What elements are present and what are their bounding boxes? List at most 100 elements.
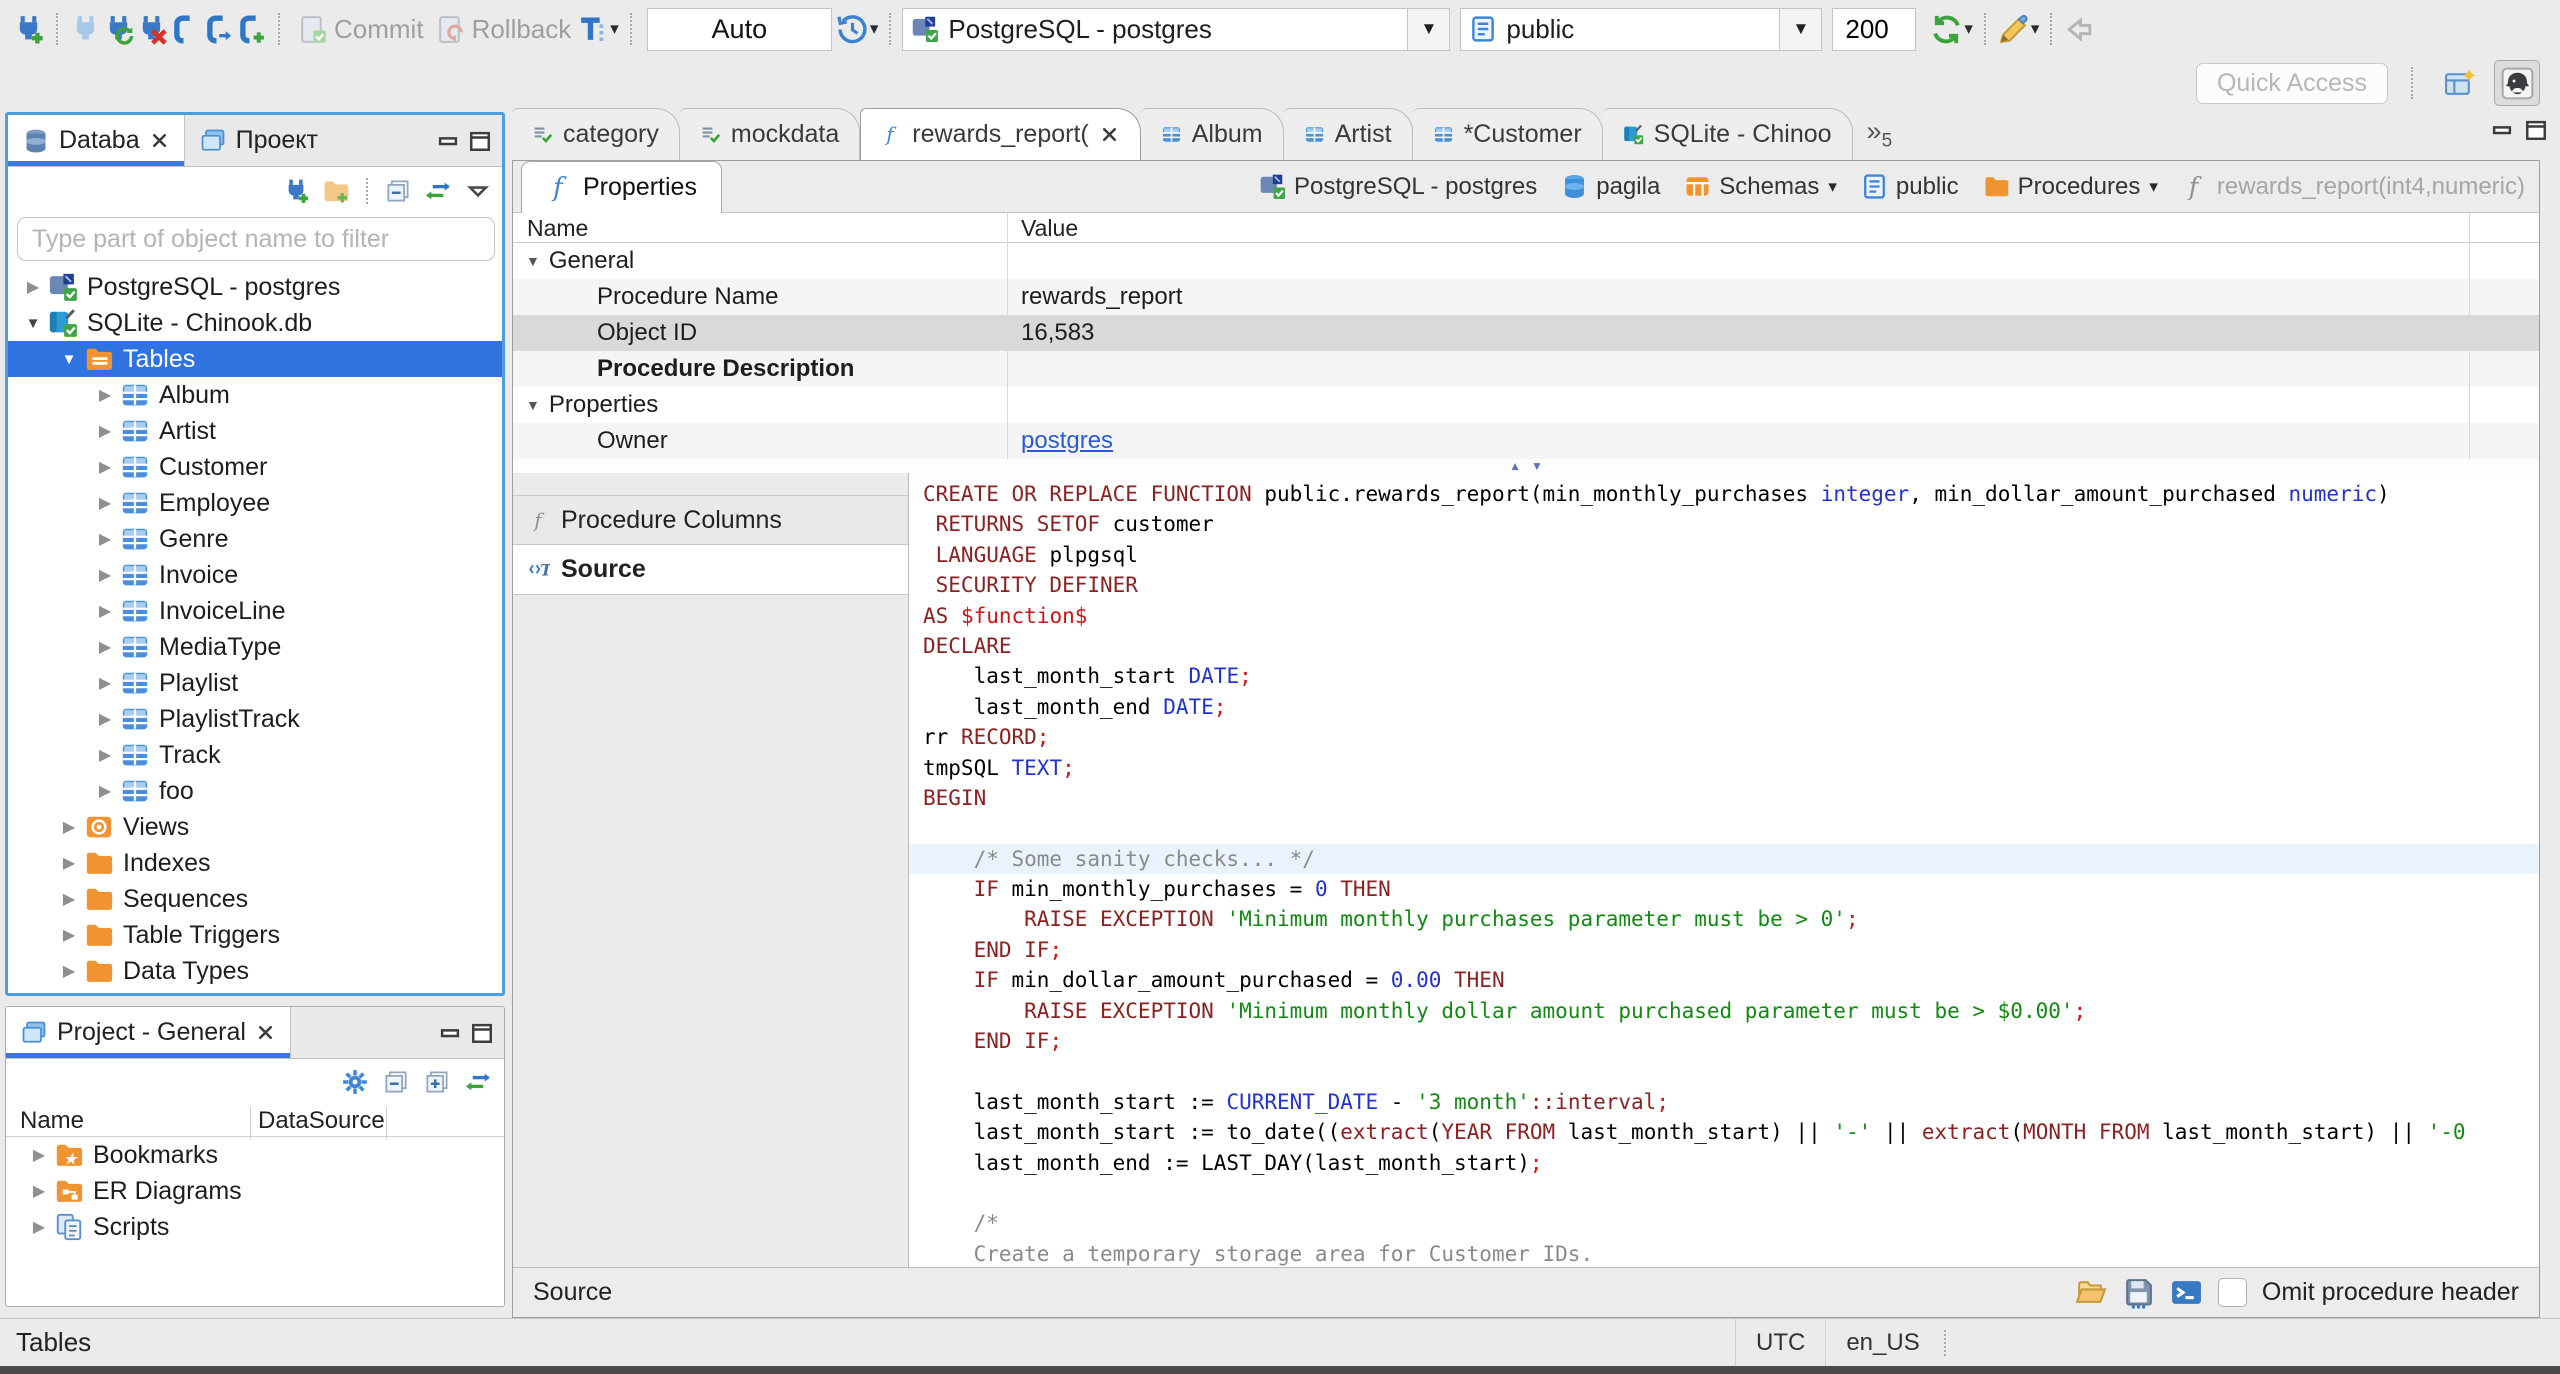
owner-link[interactable]: postgres [1021, 427, 1113, 454]
new-folder-icon[interactable] [322, 177, 350, 205]
tab-project-general[interactable]: Project - General [6, 1007, 291, 1058]
maximize-icon[interactable] [468, 1019, 496, 1047]
column-divider[interactable] [386, 1107, 387, 1139]
expand-arrow[interactable]: ▶ [90, 709, 120, 729]
expand-arrow[interactable]: ▶ [90, 565, 120, 585]
open-in-sql-console-icon[interactable] [2170, 1276, 2203, 1309]
chevron-down-icon[interactable]: ▾ [2031, 19, 2040, 39]
expand-arrow[interactable]: ▶ [90, 421, 120, 441]
editor-tab-rewards-report[interactable]: f rewards_report( [860, 108, 1141, 160]
refresh-icon[interactable] [1930, 13, 1963, 46]
breadcrumb-item-public[interactable]: public [1861, 173, 1959, 201]
editor-tab-album[interactable]: Album [1140, 108, 1284, 160]
expand-arrow[interactable]: ▶ [90, 457, 120, 477]
tab-project-explorer[interactable]: Проект [185, 115, 332, 166]
chevron-down-icon[interactable]: ▾ [1964, 19, 1973, 39]
tree-item-postgresql-postgres[interactable]: ▶ PostgreSQL - postgres [8, 269, 502, 305]
reconnect-icon[interactable] [102, 13, 135, 46]
property-row-procedure-description[interactable]: Procedure Description [513, 351, 2539, 387]
column-header-datasource[interactable]: DataSource [258, 1107, 385, 1135]
open-perspective-button[interactable] [2436, 60, 2482, 106]
omit-procedure-header-checkbox[interactable] [2217, 1278, 2247, 1307]
column-header-name[interactable]: Name [20, 1107, 84, 1135]
expand-arrow[interactable]: ▶ [54, 817, 84, 837]
property-row-object-id[interactable]: Object ID 16,583 [513, 315, 2539, 351]
tree-item-playlist[interactable]: ▶ Playlist [8, 665, 502, 701]
expand-arrow[interactable]: ▶ [54, 889, 84, 909]
locale-label[interactable]: en_US [1825, 1319, 1939, 1366]
expand-arrow[interactable]: ▼ [18, 315, 48, 332]
timezone-label[interactable]: UTC [1735, 1319, 1825, 1366]
breadcrumb-item-rewards-report-int4-numeric[interactable]: f rewards_report(int4,numeric) [2182, 173, 2525, 201]
splitter-up-icon[interactable]: ▲ [1509, 460, 1521, 472]
breadcrumb-item-schemas[interactable]: Schemas ▾ [1684, 173, 1837, 201]
close-icon[interactable] [149, 130, 170, 151]
expand-arrow[interactable]: ▼ [526, 397, 540, 413]
property-row-procedure-name[interactable]: Procedure Name rewards_report [513, 279, 2539, 315]
link-with-editor-icon[interactable] [424, 177, 452, 205]
expand-arrow[interactable]: ▶ [24, 1181, 54, 1201]
dropdown-arrow-icon[interactable]: ▼ [1779, 8, 1822, 50]
minimize-icon[interactable] [2488, 116, 2516, 144]
expand-arrow[interactable]: ▶ [90, 601, 120, 621]
chevron-down-icon[interactable]: ▾ [870, 19, 879, 39]
expand-arrow[interactable]: ▶ [54, 925, 84, 945]
commit-button[interactable]: Commit [291, 10, 429, 49]
rollback-button[interactable]: Rollback [429, 10, 577, 49]
expand-arrow[interactable]: ▶ [54, 853, 84, 873]
project-item-scripts[interactable]: ▶ Scripts [6, 1209, 504, 1245]
tree-item-invoice[interactable]: ▶ Invoice [8, 557, 502, 593]
schema-select[interactable]: public ▼ [1460, 7, 1823, 51]
connect-icon[interactable] [69, 13, 102, 46]
collapse-all-icon[interactable] [384, 177, 412, 205]
chevron-down-icon[interactable]: ▾ [2149, 177, 2158, 197]
new-connection-icon[interactable] [282, 177, 310, 205]
tree-item-foo[interactable]: ▶ foo [8, 773, 502, 809]
maximize-icon[interactable] [466, 127, 494, 155]
editor-tab-customer[interactable]: *Customer [1412, 108, 1603, 160]
expand-arrow[interactable]: ▶ [90, 493, 120, 513]
tree-item-track[interactable]: ▶ Track [8, 737, 502, 773]
column-divider[interactable] [1007, 213, 1008, 459]
column-divider[interactable] [250, 1107, 251, 1139]
breadcrumb-item-pagila[interactable]: pagila [1561, 173, 1660, 201]
editor-tab-sqlite-chinoo[interactable]: SQLite - Chinoo [1602, 108, 1853, 160]
tree-item-mediatype[interactable]: ▶ MediaType [8, 629, 502, 665]
transaction-mode-icon[interactable] [576, 13, 609, 46]
view-menu-icon[interactable] [464, 177, 492, 205]
expand-arrow[interactable]: ▶ [90, 385, 120, 405]
expand-arrow[interactable]: ▼ [526, 253, 540, 269]
chevron-down-icon[interactable]: ▾ [610, 19, 619, 39]
disconnect-icon[interactable] [135, 13, 168, 46]
project-item-er-diagrams[interactable]: ▶ ER Diagrams [6, 1173, 504, 1209]
tree-item-playlisttrack[interactable]: ▶ PlaylistTrack [8, 701, 502, 737]
tree-item-data-types[interactable]: ▶ Data Types [8, 953, 502, 989]
close-icon[interactable] [1099, 124, 1120, 145]
column-divider[interactable] [2469, 213, 2470, 459]
tree-item-tables[interactable]: ▼ Tables [8, 341, 502, 377]
quick-access-input[interactable] [2196, 62, 2388, 104]
subtab-source[interactable]: T Source [513, 545, 908, 595]
editor-tab-category[interactable]: category [512, 108, 680, 160]
property-row-properties[interactable]: ▼ Properties [513, 387, 2539, 423]
editor-tab-mockdata[interactable]: mockdata [679, 108, 861, 160]
splitter-down-icon[interactable]: ▼ [1531, 460, 1543, 472]
tab-overflow-indicator[interactable]: »5 [1867, 116, 1893, 152]
project-item-bookmarks[interactable]: ▶ ★ Bookmarks [6, 1137, 504, 1173]
chevron-down-icon[interactable]: ▾ [1828, 177, 1837, 197]
connection-select[interactable]: PostgreSQL - postgres ▼ [902, 7, 1451, 51]
source-code-editor[interactable]: CREATE OR REPLACE FUNCTION public.reward… [909, 473, 2539, 1267]
open-sql-script-icon[interactable] [201, 13, 234, 46]
close-icon[interactable] [255, 1022, 276, 1043]
expand-all-icon[interactable] [423, 1068, 451, 1096]
format-icon[interactable] [1997, 13, 2030, 46]
breadcrumb-item-postgresql-postgres[interactable]: PostgreSQL - postgres [1259, 173, 1537, 201]
maximize-icon[interactable] [2522, 116, 2550, 144]
subtab-procedure-columns[interactable]: f Procedure Columns [513, 495, 908, 545]
expand-arrow[interactable]: ▶ [54, 961, 84, 981]
minimize-icon[interactable] [436, 1019, 464, 1047]
tree-item-sequences[interactable]: ▶ Sequences [8, 881, 502, 917]
expand-arrow[interactable]: ▼ [54, 351, 84, 368]
link-with-editor-icon[interactable] [464, 1068, 492, 1096]
tree-item-album[interactable]: ▶ Album [8, 377, 502, 413]
